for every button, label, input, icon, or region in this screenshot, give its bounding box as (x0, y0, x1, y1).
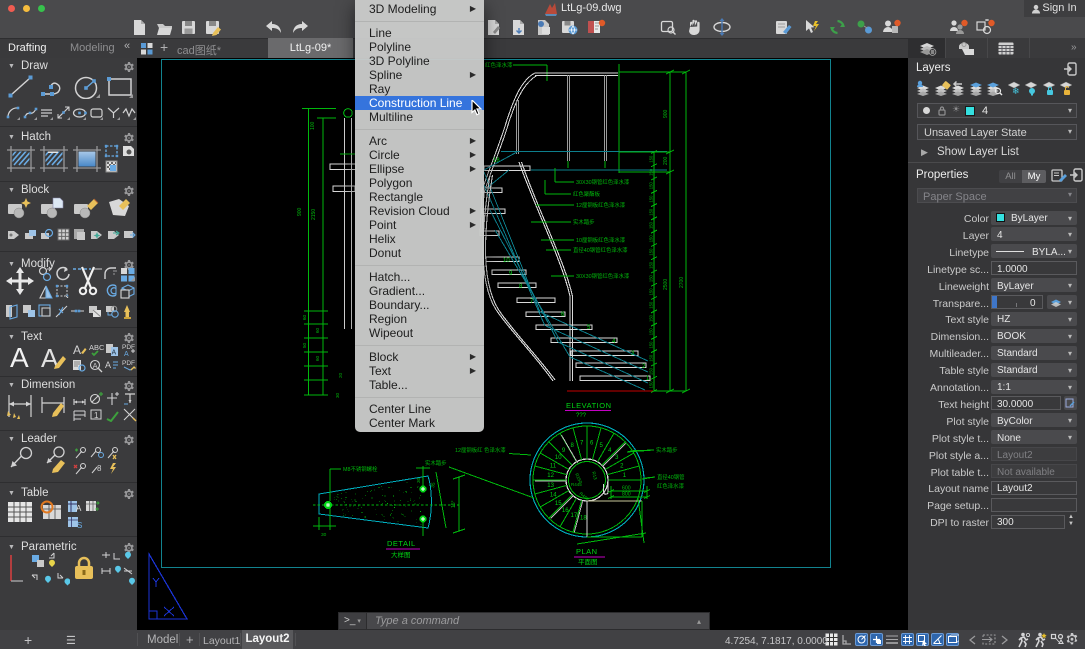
svg-text:实木踏步: 实木踏步 (573, 218, 595, 226)
svg-text:红色泽水漆: 红色泽水漆 (657, 482, 685, 490)
svg-text:150: 150 (649, 328, 654, 336)
svg-text:12厘钢板红 色泽水漆: 12厘钢板红 色泽水漆 (455, 446, 506, 454)
svg-text:30: 30 (416, 477, 422, 483)
svg-text:1: 1 (623, 473, 627, 479)
svg-text:150: 150 (649, 208, 654, 216)
svg-text:150: 150 (649, 261, 654, 269)
svg-text:R445: R445 (571, 482, 582, 487)
svg-text:30: 30 (321, 532, 327, 538)
svg-text:150: 150 (649, 221, 654, 229)
svg-text:1: 1 (94, 411, 99, 420)
svg-text:900: 900 (663, 109, 669, 118)
svg-text:60: 60 (302, 314, 307, 320)
svg-text:150: 150 (649, 341, 654, 349)
svg-text:A: A (10, 342, 29, 372)
svg-text:5: 5 (587, 325, 591, 331)
svg-text:A: A (112, 350, 117, 357)
svg-text:14: 14 (550, 493, 557, 499)
svg-text:2150: 2150 (311, 209, 317, 220)
svg-text:12: 12 (547, 473, 554, 479)
svg-text:DETAIL: DETAIL (387, 539, 416, 548)
svg-text:60: 60 (315, 355, 320, 361)
svg-text:10: 10 (555, 455, 562, 461)
svg-text:800: 800 (622, 492, 631, 498)
svg-text:ABC: ABC (89, 343, 104, 352)
svg-text:PLAN: PLAN (576, 547, 598, 556)
svg-text:900: 900 (297, 207, 303, 216)
svg-text:150: 150 (649, 381, 654, 389)
svg-text:60: 60 (315, 327, 320, 333)
svg-text:R13: R13 (591, 471, 598, 481)
svg-text:A: A (105, 360, 111, 370)
svg-text:2: 2 (620, 464, 624, 470)
svg-text:A: A (76, 504, 82, 513)
svg-text:大样图: 大样图 (391, 550, 411, 559)
svg-text:35: 35 (430, 482, 437, 489)
svg-text:A: A (92, 362, 97, 369)
svg-text:100: 100 (310, 121, 316, 130)
svg-text:150: 150 (649, 195, 654, 203)
svg-text:2500: 2500 (663, 279, 669, 290)
svg-text:150: 150 (649, 367, 654, 375)
svg-text:150: 150 (649, 248, 654, 256)
svg-text:200: 200 (663, 156, 669, 165)
svg-text:30X30钢管红色泽水漆: 30X30钢管红色泽水漆 (576, 178, 630, 186)
svg-text:150: 150 (649, 182, 654, 190)
svg-text:S: S (77, 521, 82, 530)
svg-text:红色泽水漆: 红色泽水漆 (485, 61, 513, 69)
svg-text:12厘钢板红色泽水漆: 12厘钢板红色泽水漆 (576, 201, 626, 209)
svg-text:直径40钢管: 直径40钢管 (657, 473, 685, 481)
svg-text:实木踏步: 实木踏步 (425, 459, 447, 467)
svg-text:ELEVATION: ELEVATION (566, 401, 611, 410)
svg-text:A: A (73, 343, 81, 357)
svg-text:150: 150 (649, 274, 654, 282)
svg-text:4: 4 (608, 448, 612, 454)
svg-text:7: 7 (580, 440, 584, 446)
svg-text:10: 10 (503, 258, 510, 264)
svg-text:6: 6 (590, 440, 594, 446)
svg-text:11: 11 (550, 464, 557, 470)
svg-text:8: 8 (97, 464, 102, 473)
svg-text:平面图: 平面图 (578, 558, 598, 566)
svg-text:15: 15 (555, 501, 562, 507)
svg-text:6: 6 (561, 312, 565, 318)
svg-text:A: A (124, 351, 129, 357)
svg-text:3: 3 (615, 455, 619, 461)
svg-text:9: 9 (562, 448, 566, 454)
svg-text:150: 150 (649, 314, 654, 322)
svg-text:红色聚酯板: 红色聚酯板 (573, 190, 601, 198)
svg-text:8: 8 (571, 443, 575, 449)
svg-text:❄: ❄ (1012, 86, 1020, 96)
svg-text:13: 13 (547, 483, 554, 489)
svg-text:10厘钢板红色泽水漆: 10厘钢板红色泽水漆 (576, 236, 626, 244)
svg-text:5: 5 (600, 443, 604, 449)
svg-text:150: 150 (649, 288, 654, 296)
svg-text:18: 18 (580, 516, 587, 522)
svg-text:M8不锈钢螺栓: M8不锈钢螺栓 (343, 465, 378, 473)
svg-text:20: 20 (338, 372, 343, 378)
svg-text:15°: 15° (451, 500, 457, 508)
svg-text:150: 150 (649, 301, 654, 309)
svg-text:30X30钢管红色泽水漆: 30X30钢管红色泽水漆 (576, 272, 630, 280)
svg-text:1: 1 (646, 376, 650, 382)
svg-text:50: 50 (302, 342, 307, 348)
svg-text:2700: 2700 (679, 277, 685, 288)
svg-text:17: 17 (571, 513, 578, 519)
svg-text:???: ??? (576, 413, 587, 419)
svg-text:150: 150 (649, 235, 654, 243)
svg-text:实木踏步: 实木踏步 (656, 446, 678, 454)
svg-text:16: 16 (562, 508, 569, 514)
svg-text:PDF: PDF (122, 360, 135, 367)
svg-text:直径40钢管红色泽水漆: 直径40钢管红色泽水漆 (573, 246, 628, 254)
svg-text:30: 30 (335, 392, 340, 398)
svg-text:150: 150 (649, 354, 654, 362)
svg-text:150: 150 (649, 155, 654, 163)
